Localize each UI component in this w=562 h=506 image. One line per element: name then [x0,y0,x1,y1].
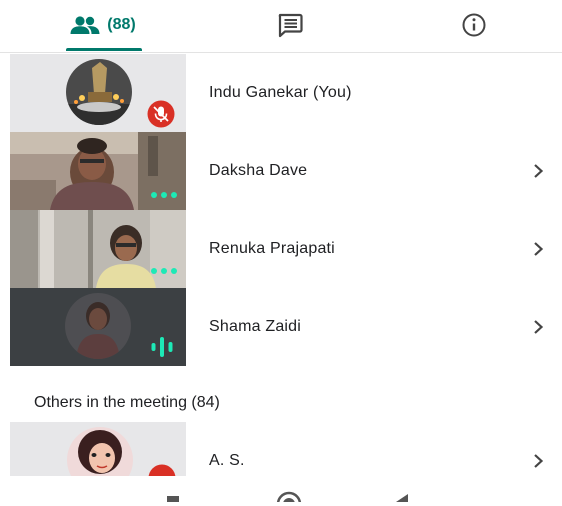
chevron-right-icon [534,164,544,178]
participant-tile [10,288,186,366]
back-icon[interactable] [392,480,412,502]
participant-row[interactable]: Renuka Prajapati [10,210,562,288]
speaking-bars-icon [151,337,173,357]
participant-name: Renuka Prajapati [209,240,335,257]
people-icon [70,16,100,34]
others-section-header: Others in the meeting (84) [34,394,220,411]
tab-bar: (88) [0,0,562,53]
participant-row[interactable]: Daksha Dave [10,132,562,210]
three-dots-icon [151,192,177,198]
participant-row[interactable]: Indu Ganekar (You) [10,54,562,132]
info-icon [462,13,486,37]
mic-off-icon [147,100,175,128]
participant-tile [10,54,186,132]
chevron-right-icon [534,320,544,334]
active-tab-indicator [66,48,142,51]
people-count: (88) [107,16,136,33]
participant-name: Shama Zaidi [209,318,302,335]
participant-row[interactable]: Shama Zaidi [10,288,562,366]
participant-video [10,210,186,288]
tab-info[interactable] [446,0,502,50]
participant-tile [10,422,186,478]
chat-icon [278,13,303,38]
system-nav-bar [0,476,562,506]
participant-tile [10,132,186,210]
participant-name: Indu Ganekar (You) [209,84,352,101]
home-icon[interactable] [275,480,303,502]
chevron-right-icon [534,242,544,256]
recent-apps-icon[interactable] [163,480,183,502]
chevron-right-icon [534,454,544,468]
participant-name: Daksha Dave [209,162,308,179]
participant-tile [10,210,186,288]
tab-chat[interactable] [262,0,318,50]
three-dots-icon [151,268,177,274]
tab-people[interactable]: (88) [60,0,145,50]
